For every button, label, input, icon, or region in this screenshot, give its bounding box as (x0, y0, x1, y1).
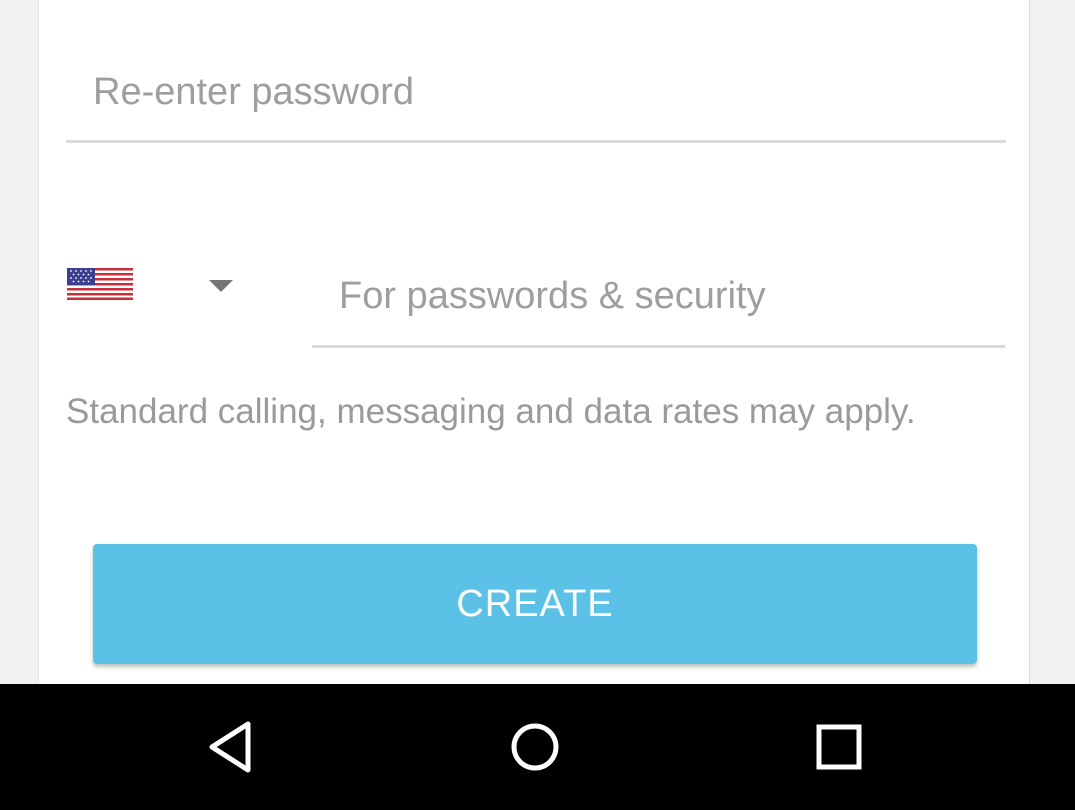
home-button[interactable] (502, 714, 568, 780)
caret-down-icon[interactable] (209, 280, 233, 292)
back-button[interactable] (200, 714, 266, 780)
signup-form-card: Standard calling, messaging and data rat… (38, 0, 1030, 684)
reenter-password-input[interactable] (93, 62, 1003, 122)
back-triangle-icon (209, 721, 251, 773)
home-circle-icon (511, 723, 559, 771)
create-button[interactable]: CREATE (93, 544, 977, 664)
recents-square-icon (816, 724, 862, 770)
us-flag-icon (67, 268, 133, 300)
phone-number-input[interactable] (339, 266, 999, 326)
recents-button[interactable] (806, 714, 872, 780)
country-code-picker[interactable] (63, 258, 233, 318)
android-navigation-bar (0, 684, 1075, 810)
reenter-password-underline (66, 140, 1006, 143)
phone-number-underline (312, 345, 1005, 348)
rates-disclaimer-text: Standard calling, messaging and data rat… (66, 392, 916, 431)
signup-screen: Standard calling, messaging and data rat… (0, 0, 1075, 810)
